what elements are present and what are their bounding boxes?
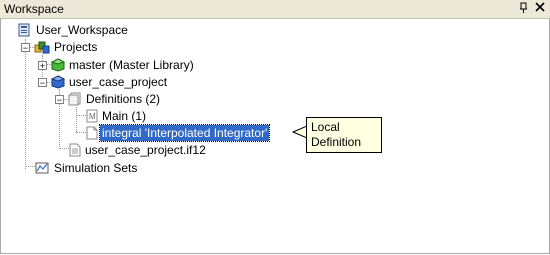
callout-line-1: Local [311,120,340,134]
tree-item-label: Definitions (2) [86,92,161,106]
tree-item-label: User_Workspace [36,23,128,37]
expand-icon[interactable]: + [38,61,47,71]
tree-line [25,166,35,167]
collapse-icon[interactable]: − [55,95,64,105]
panel-title: Workspace [4,2,64,16]
collapse-icon[interactable]: − [38,78,47,88]
tree-item-label: integral 'Interpolated Integrator' [98,124,271,142]
pin-icon[interactable] [517,2,530,15]
callout-line-2: Definition [311,135,362,149]
tree-line [25,39,26,169]
tree-line [76,107,77,132]
library-cube-icon [50,58,66,72]
model-file-icon: M [85,109,99,123]
workspace-tree-panel: User_Workspace − Projects + master (Mast… [0,19,550,254]
tree-item-label: Main (1) [102,109,147,123]
definition-file-icon [85,126,99,140]
local-definition-callout: Local Definition [306,117,382,153]
close-icon[interactable] [533,2,546,15]
tree-item-label: Simulation Sets [54,161,138,175]
tree-item-label: master (Master Library) [69,58,194,72]
collapse-icon[interactable]: − [21,43,30,53]
tree-item-label: user_case_project.if12 [85,143,206,157]
projects-icon [34,40,50,54]
workspace-icon [17,23,31,37]
definitions-folder-icon [68,92,82,106]
svg-text:M: M [89,112,96,121]
tree-item-label: user_case_project [69,75,168,89]
simulation-sets-icon [35,161,49,175]
tree-item-label: Projects [54,40,98,54]
text-file-icon [68,143,82,157]
panel-title-bar: Workspace [0,0,550,19]
project-cube-icon [50,75,66,89]
